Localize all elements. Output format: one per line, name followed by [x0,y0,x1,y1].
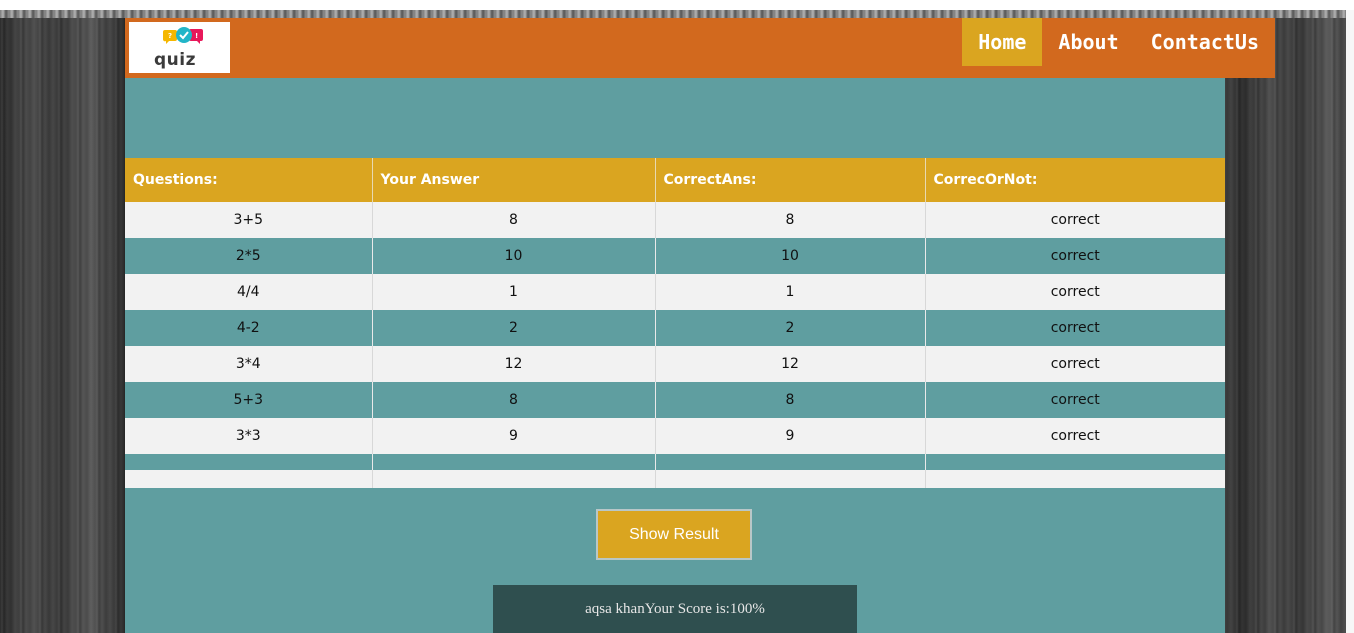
show-result-button[interactable]: Show Result [596,509,752,560]
cell-your-answer: 2 [371,310,655,346]
cell-correct-answer: 1 [654,274,925,310]
cell-question: 3+5 [125,202,372,238]
cell-question: 5+3 [125,382,372,418]
results-table: Questions: Your Answer CorrectAns: Corre… [125,158,1225,488]
cell-correct-or-not: correct [924,382,1225,418]
table-header-row: Questions: Your Answer CorrectAns: Corre… [125,158,1225,202]
table-row: 2*5 10 10 correct [125,238,1225,274]
svg-text:?: ? [168,32,172,40]
col-header-your-answer: Your Answer [371,158,655,202]
main-nav: Home About ContactUs [962,18,1275,78]
col-header-correct-answer: CorrectAns: [654,158,925,202]
cell-question: 3*3 [125,418,372,454]
cell-your-answer: 8 [371,382,655,418]
svg-text:!: ! [195,32,198,40]
cell-correct-or-not: correct [924,346,1225,382]
cell-correct-answer: 2 [654,310,925,346]
cell-correct-answer: 8 [654,202,925,238]
cell-your-answer: 10 [371,238,655,274]
logo-text: quiz [154,50,196,70]
cell-correct-or-not: correct [924,238,1225,274]
nav-contactus[interactable]: ContactUs [1135,18,1275,66]
table-row: 4-2 2 2 correct [125,310,1225,346]
cell-your-answer: 9 [371,418,655,454]
table-row: 4/4 1 1 correct [125,274,1225,310]
table-row: 3*4 12 12 correct [125,346,1225,382]
cell-your-answer: 12 [371,346,655,382]
cell-your-answer: 8 [371,202,655,238]
cell-question: 4/4 [125,274,372,310]
col-header-correct-or-not: CorrecOrNot: [924,158,1225,202]
col-header-questions: Questions: [125,158,372,202]
cell-question: 3*4 [125,346,372,382]
cell-correct-or-not: correct [924,274,1225,310]
cell-question: 4-2 [125,310,372,346]
cell-question: 2*5 [125,238,372,274]
quiz-logo[interactable]: ? ! quiz [129,22,230,73]
cell-correct-or-not: correct [924,418,1225,454]
score-banner: aqsa khanYour Score is:100% [493,585,857,633]
nav-about[interactable]: About [1042,18,1134,66]
wood-top-edge [0,10,1346,18]
cell-correct-answer: 8 [654,382,925,418]
speech-bubbles-icon: ? ! [163,27,203,44]
cell-correct-answer: 12 [654,346,925,382]
cell-your-answer: 1 [371,274,655,310]
nav-home[interactable]: Home [962,18,1043,66]
site-header: ? ! quiz Home About ContactUs [125,18,1275,78]
main-panel: Questions: Your Answer CorrectAns: Corre… [125,78,1225,633]
table-row: 5+3 8 8 correct [125,382,1225,418]
empty-table-row [125,454,1225,470]
table-row: 3+5 8 8 correct [125,202,1225,238]
table-row: 3*3 9 9 correct [125,418,1225,454]
cell-correct-answer: 9 [654,418,925,454]
cell-correct-answer: 10 [654,238,925,274]
cell-correct-or-not: correct [924,202,1225,238]
cell-correct-or-not: correct [924,310,1225,346]
empty-table-row [125,470,1225,488]
page-edge [1346,10,1354,633]
